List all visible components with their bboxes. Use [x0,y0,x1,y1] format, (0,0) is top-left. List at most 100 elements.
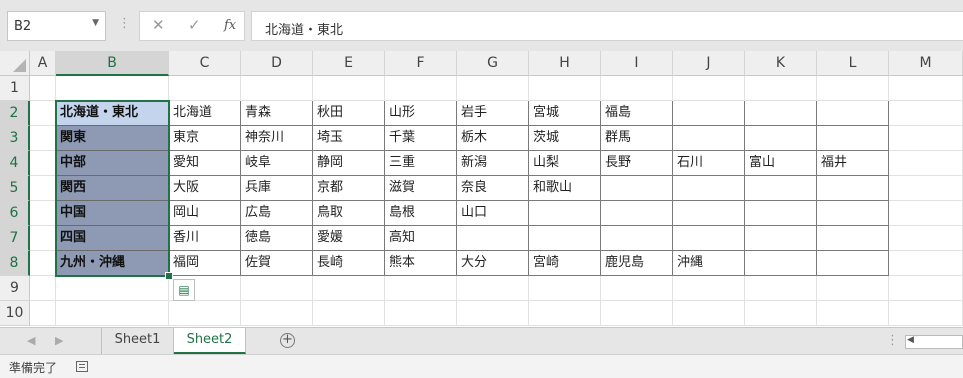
column-header-k[interactable]: K [745,51,817,76]
column-header-f[interactable]: F [385,51,457,76]
cell-m3[interactable] [889,126,963,151]
cell-e6[interactable]: 鳥取 [313,201,385,226]
cell-j10[interactable] [673,301,745,326]
fill-handle[interactable] [165,272,173,280]
cell-g6[interactable]: 山口 [457,201,529,226]
cell-i1[interactable] [601,76,673,101]
cell-d4[interactable]: 岐阜 [241,151,313,176]
cell-l8[interactable] [817,251,889,276]
cell-j6[interactable] [673,201,745,226]
cell-a5[interactable] [30,176,56,201]
row-header-5[interactable]: 5 [0,176,30,201]
cell-e2[interactable]: 秋田 [313,101,385,126]
cell-h1[interactable] [529,76,601,101]
cell-a10[interactable] [30,301,56,326]
column-header-a[interactable]: A [30,51,56,76]
cell-c8[interactable]: 福岡 [169,251,241,276]
cell-a6[interactable] [30,201,56,226]
cell-f6[interactable]: 島根 [385,201,457,226]
cell-a7[interactable] [30,226,56,251]
cell-c7[interactable]: 香川 [169,226,241,251]
cell-h4[interactable]: 山梨 [529,151,601,176]
sheet-tab-sheet2[interactable]: Sheet2 [174,328,246,354]
cell-g1[interactable] [457,76,529,101]
cell-g7[interactable] [457,226,529,251]
select-all-button[interactable] [0,51,30,76]
cell-b7[interactable]: 四国 [56,226,169,251]
quick-analysis-icon[interactable]: ▤ [173,279,195,301]
column-header-c[interactable]: C [169,51,241,76]
cell-i9[interactable] [601,276,673,301]
cell-i4[interactable]: 長野 [601,151,673,176]
cell-l3[interactable] [817,126,889,151]
row-header-10[interactable]: 10 [0,301,30,326]
cell-k1[interactable] [745,76,817,101]
cell-c2[interactable]: 北海道 [169,101,241,126]
cell-h9[interactable] [529,276,601,301]
cell-k5[interactable] [745,176,817,201]
cell-b1[interactable] [56,76,169,101]
cell-i2[interactable]: 福島 [601,101,673,126]
fx-icon[interactable]: fx [224,18,236,33]
scroll-left-icon[interactable]: ◀ [907,335,914,345]
cell-i3[interactable]: 群馬 [601,126,673,151]
column-header-j[interactable]: J [673,51,745,76]
row-header-8[interactable]: 8 [0,251,30,276]
cell-g2[interactable]: 岩手 [457,101,529,126]
splitter-icon[interactable]: ⋮ [886,333,899,348]
cell-e1[interactable] [313,76,385,101]
cell-f7[interactable]: 高知 [385,226,457,251]
sheet-tab-sheet1[interactable]: Sheet1 [101,328,174,354]
cell-h7[interactable] [529,226,601,251]
cell-k6[interactable] [745,201,817,226]
cell-g4[interactable]: 新潟 [457,151,529,176]
cell-j8[interactable]: 沖縄 [673,251,745,276]
cell-b10[interactable] [56,301,169,326]
formula-value[interactable]: 北海道・東北 [265,19,343,38]
cell-k10[interactable] [745,301,817,326]
cell-j2[interactable] [673,101,745,126]
cell-h8[interactable]: 宮崎 [529,251,601,276]
column-header-e[interactable]: E [313,51,385,76]
cell-h6[interactable] [529,201,601,226]
row-header-2[interactable]: 2 [0,101,30,126]
cancel-icon[interactable]: ✕ [152,16,165,34]
cell-f5[interactable]: 滋賀 [385,176,457,201]
cell-e3[interactable]: 埼玉 [313,126,385,151]
row-header-1[interactable]: 1 [0,76,30,101]
cell-d1[interactable] [241,76,313,101]
cell-e10[interactable] [313,301,385,326]
cell-f9[interactable] [385,276,457,301]
cell-g10[interactable] [457,301,529,326]
cell-b2[interactable]: 北海道・東北 [56,101,169,126]
macro-record-icon[interactable] [76,361,88,372]
cell-e9[interactable] [313,276,385,301]
column-header-l[interactable]: L [817,51,889,76]
cell-f3[interactable]: 千葉 [385,126,457,151]
cell-b3[interactable]: 関東 [56,126,169,151]
cell-k2[interactable] [745,101,817,126]
cell-l1[interactable] [817,76,889,101]
row-header-7[interactable]: 7 [0,226,30,251]
cell-d6[interactable]: 広島 [241,201,313,226]
worksheet-grid[interactable]: A B C D E F G H I J K L M 1 2 北海道・東北 北海道 青森 秋田 山形 岩手 宮城 福島 3 関東東… [0,51,963,327]
cell-c3[interactable]: 東京 [169,126,241,151]
cell-j1[interactable] [673,76,745,101]
cell-d10[interactable] [241,301,313,326]
cell-d2[interactable]: 青森 [241,101,313,126]
cell-k3[interactable] [745,126,817,151]
cell-i5[interactable] [601,176,673,201]
cell-g5[interactable]: 奈良 [457,176,529,201]
cell-l10[interactable] [817,301,889,326]
cell-m7[interactable] [889,226,963,251]
cell-d3[interactable]: 神奈川 [241,126,313,151]
column-header-g[interactable]: G [457,51,529,76]
cell-i10[interactable] [601,301,673,326]
column-header-b[interactable]: B [56,51,169,76]
row-header-3[interactable]: 3 [0,126,30,151]
horizontal-scrollbar[interactable]: ◀ [905,335,963,349]
cell-a4[interactable] [30,151,56,176]
column-header-h[interactable]: H [529,51,601,76]
cell-k4[interactable]: 富山 [745,151,817,176]
cell-i7[interactable] [601,226,673,251]
